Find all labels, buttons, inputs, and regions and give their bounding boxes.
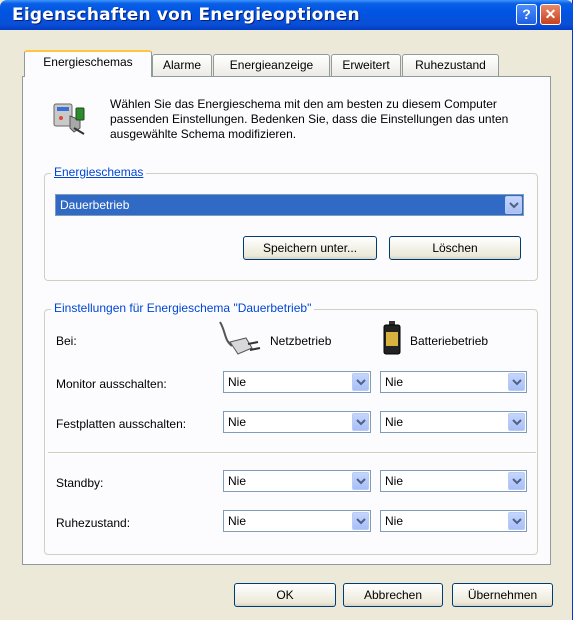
help-button[interactable]: ? <box>516 4 537 25</box>
chevron-down-icon[interactable] <box>352 512 369 530</box>
disks-off-ac-value: Nie <box>228 415 247 429</box>
monitor-off-battery-select[interactable]: Nie <box>380 371 527 393</box>
monitor-off-ac-select[interactable]: Nie <box>223 371 371 393</box>
standby-ac-value: Nie <box>228 474 247 488</box>
intro-text: Wählen Sie das Energieschema mit den am … <box>110 97 509 141</box>
at-label: Bei: <box>56 334 77 348</box>
schemes-legend: Energieschemas <box>51 165 147 179</box>
standby-battery-select[interactable]: Nie <box>380 470 527 492</box>
title-bar[interactable]: Eigenschaften von Energieoptionen ? ✕ <box>0 0 573 30</box>
tab-alarme[interactable]: Alarme <box>152 54 212 76</box>
chevron-down-icon[interactable] <box>508 472 525 490</box>
tab-energieschemas[interactable]: Energieschemas <box>24 50 152 77</box>
disks-off-battery-select[interactable]: Nie <box>380 411 527 433</box>
tab-energieanzeige[interactable]: Energieanzeige <box>213 54 330 76</box>
delete-button[interactable]: Löschen <box>389 236 521 260</box>
power-options-icon <box>50 98 90 138</box>
chevron-down-icon[interactable] <box>508 413 525 431</box>
window-title: Eigenschaften von Energieoptionen <box>12 5 360 25</box>
schemes-group <box>44 173 538 281</box>
settings-divider <box>48 452 536 454</box>
battery-icon <box>381 320 403 356</box>
tab-erweitert[interactable]: Erweitert <box>331 54 401 76</box>
close-button[interactable]: ✕ <box>540 4 561 25</box>
chevron-down-icon[interactable] <box>352 373 369 391</box>
chevron-down-icon[interactable] <box>352 472 369 490</box>
ac-label: Netzbetrieb <box>270 334 332 348</box>
tab-ruhezustand[interactable]: Ruhezustand <box>402 54 499 76</box>
chevron-down-icon[interactable] <box>508 512 525 530</box>
ok-button[interactable]: OK <box>234 583 336 607</box>
battery-label: Batteriebetrieb <box>410 334 489 348</box>
standby-label: Standby: <box>56 476 104 490</box>
disks-off-ac-select[interactable]: Nie <box>223 411 371 433</box>
apply-button[interactable]: Übernehmen <box>452 583 553 607</box>
power-options-dialog: Eigenschaften von Energieoptionen ? ✕ En… <box>0 0 573 620</box>
monitor-off-battery-value: Nie <box>385 375 404 389</box>
monitor-off-ac-value: Nie <box>228 375 247 389</box>
cancel-button[interactable]: Abbrechen <box>343 583 443 607</box>
scheme-select-value: Dauerbetrieb <box>60 198 130 212</box>
standby-battery-value: Nie <box>385 474 404 488</box>
hibernate-battery-select[interactable]: Nie <box>380 510 527 532</box>
disks-off-label: Festplatten ausschalten: <box>56 417 187 431</box>
settings-legend: Einstellungen für Energieschema "Dauerbe… <box>51 301 315 315</box>
hibernate-ac-select[interactable]: Nie <box>223 510 371 532</box>
power-plug-icon <box>218 320 262 360</box>
standby-ac-select[interactable]: Nie <box>223 470 371 492</box>
schemes-legend-text: Energieschemas <box>54 165 144 179</box>
save-as-button[interactable]: Speichern unter... <box>243 236 377 260</box>
monitor-off-label: Monitor ausschalten: <box>56 377 167 391</box>
chevron-down-icon[interactable] <box>505 196 522 214</box>
scheme-select[interactable]: Dauerbetrieb <box>55 194 524 216</box>
disks-off-battery-value: Nie <box>385 415 404 429</box>
hibernate-battery-value: Nie <box>385 514 404 528</box>
chevron-down-icon[interactable] <box>352 413 369 431</box>
hibernate-label: Ruhezustand: <box>56 516 131 530</box>
chevron-down-icon[interactable] <box>508 373 525 391</box>
hibernate-ac-value: Nie <box>228 514 247 528</box>
